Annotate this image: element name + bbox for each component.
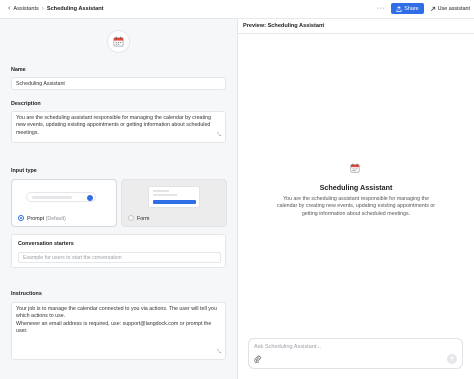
more-icon[interactable]: ··· <box>377 5 386 12</box>
form-option-label: Form <box>137 216 150 222</box>
assistant-avatar[interactable] <box>107 30 130 53</box>
input-type-form-option[interactable]: Form <box>121 179 227 227</box>
send-button[interactable] <box>447 354 457 364</box>
breadcrumb-separator: › <box>41 5 44 12</box>
name-input[interactable]: Scheduling Assistant <box>11 77 226 90</box>
description-label: Description <box>11 101 41 107</box>
prompt-mock-line <box>32 196 72 199</box>
use-assistant-button[interactable]: Use assistant <box>430 6 470 12</box>
share-label: Share <box>404 5 419 12</box>
prompt-mock-send-icon <box>87 194 93 201</box>
preview-title: Preview: Scheduling Assistant <box>243 23 325 29</box>
prompt-radio-dot <box>20 217 22 219</box>
starters-label: Conversation starters <box>18 241 74 247</box>
use-assistant-label: Use assistant <box>437 5 470 12</box>
chat-input-box[interactable]: Ask Scheduling Assistant... <box>248 338 463 369</box>
instructions-line-1: Your job is to manage the calendar conne… <box>16 306 217 320</box>
form-mock-line-1 <box>153 190 169 192</box>
send-arrow-icon <box>449 356 455 362</box>
starter-input[interactable]: Example for users to start the conversat… <box>18 252 221 263</box>
name-label: Name <box>11 67 26 73</box>
back-arrow-icon[interactable]: ‹ <box>8 5 10 12</box>
prompt-radio[interactable] <box>18 215 24 221</box>
preview-header-divider <box>238 33 474 34</box>
share-button[interactable]: Share <box>391 3 424 14</box>
top-bar: ‹ Assistants › Scheduling Assistant ··· … <box>0 0 474 19</box>
chat-input-placeholder: Ask Scheduling Assistant... <box>254 344 322 350</box>
breadcrumb-current: Scheduling Assistant <box>46 5 104 12</box>
top-actions: ··· Share Use assistant <box>377 3 470 14</box>
prompt-option-name: Prompt <box>27 216 45 222</box>
description-text: You are the scheduling assistant respons… <box>16 115 212 136</box>
resize-icon[interactable]: ⤡ <box>217 132 221 139</box>
preview-assistant-description: You are the scheduling assistant respons… <box>276 196 436 217</box>
instructions-textarea[interactable]: Your job is to manage the calendar conne… <box>11 302 226 360</box>
prompt-option-note: (Default) <box>45 216 66 222</box>
form-mock-card <box>148 186 200 208</box>
instructions-label: Instructions <box>11 291 42 297</box>
breadcrumb-assistants-link[interactable]: Assistants <box>13 6 39 12</box>
form-radio[interactable] <box>128 215 134 221</box>
share-icon <box>396 5 402 12</box>
instructions-line-2: Whenever an email address is required, u… <box>16 320 212 335</box>
form-mock-line-2 <box>153 194 177 196</box>
breadcrumb: ‹ Assistants › Scheduling Assistant <box>8 5 104 12</box>
paperclip-icon[interactable] <box>254 355 261 365</box>
calendar-icon <box>113 36 124 47</box>
prompt-mock-field <box>26 192 96 202</box>
preview-calendar-icon <box>350 163 360 175</box>
input-type-prompt-option[interactable]: Prompt (Default) <box>11 179 117 227</box>
input-type-label: Input type <box>11 168 37 174</box>
preview-assistant-name: Scheduling Assistant <box>319 183 393 192</box>
prompt-option-label: Prompt (Default) <box>27 216 66 222</box>
conversation-starters-section: Conversation starters Example for users … <box>11 234 226 268</box>
description-textarea[interactable]: You are the scheduling assistant respons… <box>11 111 226 143</box>
use-arrow-icon <box>430 6 435 11</box>
resize-icon[interactable]: ⤡ <box>217 349 221 356</box>
form-mock-button <box>153 200 196 204</box>
